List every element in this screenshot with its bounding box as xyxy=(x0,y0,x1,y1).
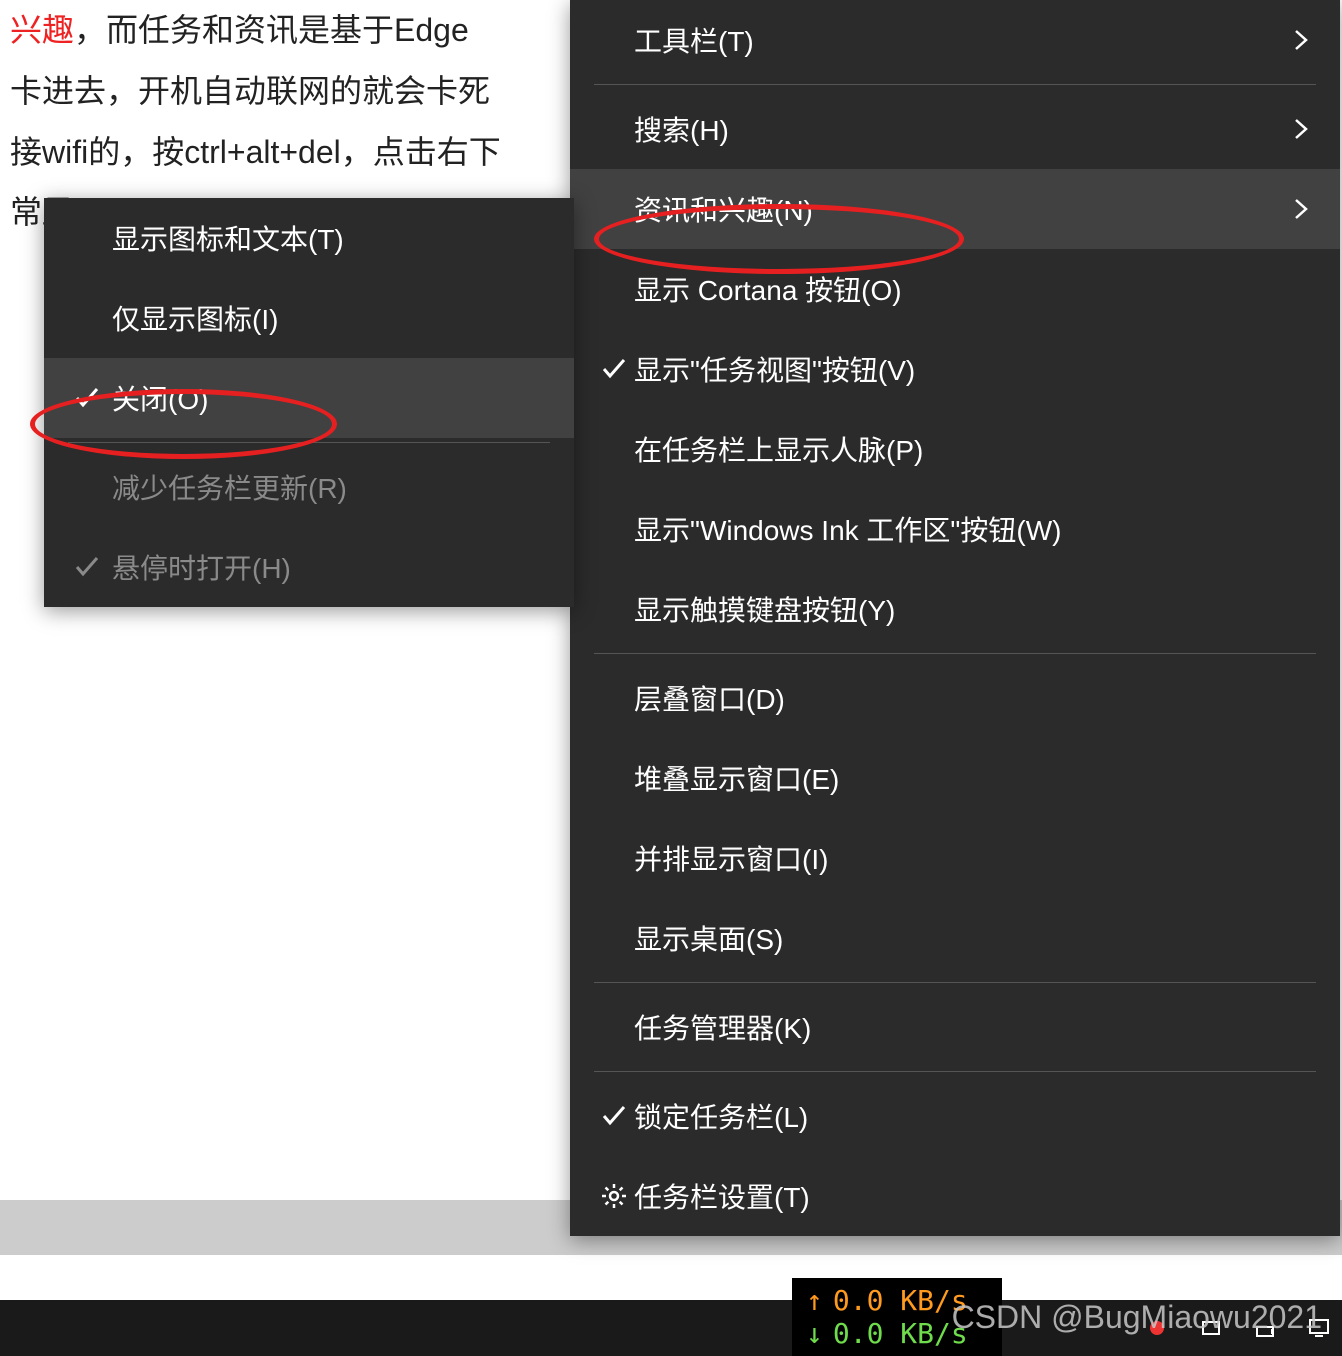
tray-icon[interactable] xyxy=(1306,1315,1332,1341)
menu-item-windows-ink[interactable]: 显示"Windows Ink 工作区"按钮(W) xyxy=(570,489,1340,569)
menu-separator xyxy=(594,982,1316,983)
chevron-right-icon xyxy=(1286,197,1316,221)
menu-item-toolbar[interactable]: 工具栏(T) xyxy=(570,0,1340,80)
menu-separator xyxy=(594,653,1316,654)
menu-item-taskbar-settings[interactable]: 任务栏设置(T) xyxy=(570,1156,1340,1236)
submenu-item-close[interactable]: 关闭(O) xyxy=(44,358,574,438)
check-icon xyxy=(594,356,634,382)
menu-item-cascade[interactable]: 层叠窗口(D) xyxy=(570,658,1340,738)
taskbar-context-menu: 工具栏(T) 搜索(H) 资讯和兴趣(N) 显示 Cortana 按钮(O) 显… xyxy=(570,0,1340,1236)
submenu-item-reduce-updates: 减少任务栏更新(R) xyxy=(44,447,574,527)
arrow-up-icon: ↑ xyxy=(806,1284,823,1317)
menu-item-people[interactable]: 在任务栏上显示人脉(P) xyxy=(570,409,1340,489)
taskbar[interactable] xyxy=(0,1300,1342,1356)
news-interests-submenu: 显示图标和文本(T) 仅显示图标(I) 关闭(O) 减少任务栏更新(R) 悬停时… xyxy=(44,198,574,607)
menu-separator xyxy=(594,84,1316,85)
menu-separator xyxy=(594,1071,1316,1072)
tray-icon[interactable] xyxy=(1252,1315,1278,1341)
menu-item-sidebyside[interactable]: 并排显示窗口(I) xyxy=(570,818,1340,898)
check-icon xyxy=(62,554,112,580)
menu-item-show-desktop[interactable]: 显示桌面(S) xyxy=(570,898,1340,978)
netspeed-overlay: ↑0.0 KB/s ↓0.0 KB/s xyxy=(792,1278,1002,1356)
menu-item-cortana[interactable]: 显示 Cortana 按钮(O) xyxy=(570,249,1340,329)
submenu-item-icon-text[interactable]: 显示图标和文本(T) xyxy=(44,198,574,278)
menu-item-task-manager[interactable]: 任务管理器(K) xyxy=(570,987,1340,1067)
menu-item-search[interactable]: 搜索(H) xyxy=(570,89,1340,169)
check-icon xyxy=(594,1103,634,1129)
submenu-item-icon-only[interactable]: 仅显示图标(I) xyxy=(44,278,574,358)
menu-item-taskview[interactable]: 显示"任务视图"按钮(V) xyxy=(570,329,1340,409)
check-icon xyxy=(62,385,112,411)
menu-item-lock-taskbar[interactable]: 锁定任务栏(L) xyxy=(570,1076,1340,1156)
tray-icon[interactable] xyxy=(1198,1315,1224,1341)
chevron-right-icon xyxy=(1286,117,1316,141)
chevron-right-icon xyxy=(1286,28,1316,52)
tray-icon[interactable] xyxy=(1144,1315,1170,1341)
menu-item-news-interests[interactable]: 资讯和兴趣(N) xyxy=(570,169,1340,249)
menu-separator xyxy=(68,442,550,443)
arrow-down-icon: ↓ xyxy=(806,1317,823,1350)
submenu-item-hover-open: 悬停时打开(H) xyxy=(44,527,574,607)
menu-item-stack[interactable]: 堆叠显示窗口(E) xyxy=(570,738,1340,818)
gear-icon xyxy=(594,1182,634,1210)
menu-item-touch-keyboard[interactable]: 显示触摸键盘按钮(Y) xyxy=(570,569,1340,649)
